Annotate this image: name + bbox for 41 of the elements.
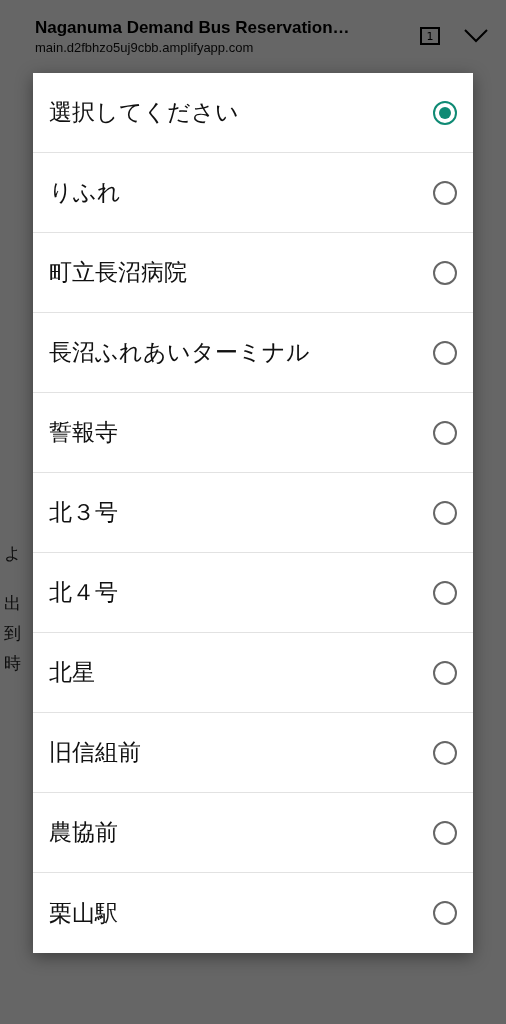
chevron-down-icon[interactable]: [464, 29, 488, 43]
option-row[interactable]: りふれ: [33, 153, 473, 233]
option-label: 長沼ふれあいターミナル: [49, 338, 311, 367]
page-text: 時: [4, 652, 21, 675]
option-row[interactable]: 誓報寺: [33, 393, 473, 473]
option-label: りふれ: [49, 178, 122, 207]
radio-button[interactable]: [433, 100, 457, 125]
option-label: 北４号: [49, 578, 119, 607]
radio-button[interactable]: [433, 580, 457, 605]
option-row[interactable]: 北４号: [33, 553, 473, 633]
option-row[interactable]: 北３号: [33, 473, 473, 553]
radio-button[interactable]: [433, 340, 457, 365]
option-label: 町立長沼病院: [49, 258, 188, 287]
option-label: 農協前: [49, 818, 119, 847]
page-text: 到: [4, 622, 21, 645]
option-row[interactable]: 栗山駅: [33, 873, 473, 953]
radio-button[interactable]: [433, 180, 457, 205]
option-label: 北星: [49, 658, 96, 687]
radio-button[interactable]: [433, 901, 457, 925]
page-text: 出: [4, 592, 21, 615]
option-label: 誓報寺: [49, 418, 119, 447]
radio-button[interactable]: [433, 260, 457, 285]
option-label: 旧信組前: [49, 738, 142, 767]
option-row[interactable]: 農協前: [33, 793, 473, 873]
option-row[interactable]: 北星: [33, 633, 473, 713]
tab-count-button[interactable]: 1: [420, 27, 440, 45]
option-row[interactable]: 長沼ふれあいターミナル: [33, 313, 473, 393]
option-row[interactable]: 町立長沼病院: [33, 233, 473, 313]
radio-button[interactable]: [433, 820, 457, 845]
option-row[interactable]: 旧信組前: [33, 713, 473, 793]
url-text: main.d2fbhzo5uj9cbb.amplifyapp.com: [35, 39, 254, 55]
radio-button[interactable]: [433, 740, 457, 765]
option-row[interactable]: 選択してください: [33, 73, 473, 153]
page-text: よ: [4, 542, 21, 565]
option-label: 栗山駅: [49, 898, 119, 928]
option-label: 北３号: [49, 498, 119, 527]
radio-button[interactable]: [433, 500, 457, 525]
page-title: Naganuma Demand Bus Reservation…: [35, 17, 351, 38]
radio-button[interactable]: [433, 660, 457, 685]
option-label: 選択してください: [49, 98, 240, 127]
radio-button[interactable]: [433, 420, 457, 445]
